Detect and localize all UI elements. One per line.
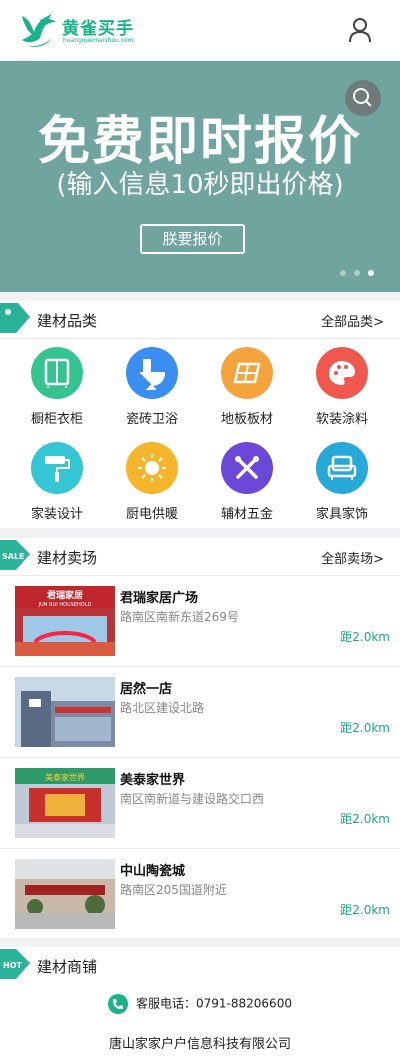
- category-label: 家具家饰: [315, 507, 368, 522]
- brand-name: 黄雀买手: [62, 19, 134, 39]
- category-design[interactable]: 家装设计: [12, 434, 102, 524]
- category-header: 建材品类 全部品类>: [0, 301, 400, 339]
- store-address: 南区南新道与建设路交口西: [120, 792, 265, 806]
- toilet-icon: [126, 347, 178, 399]
- carousel-dot[interactable]: [340, 270, 346, 276]
- svg-text:美泰家世界: 美泰家世界: [45, 772, 85, 782]
- store-item[interactable]: 美泰家世界 美泰家世界 南区南新道与建设路交口西 距2.0km: [0, 758, 400, 849]
- paint-roller-icon: [31, 442, 83, 494]
- sale-badge-icon: SALE: [0, 540, 30, 570]
- svg-text:SALE: SALE: [2, 552, 25, 561]
- category-bath[interactable]: 瓷砖卫浴: [107, 339, 197, 429]
- category-cabinet[interactable]: 橱柜衣柜: [12, 339, 102, 429]
- category-title: 建材品类: [37, 312, 98, 330]
- category-furniture[interactable]: 家具家饰: [297, 434, 387, 524]
- search-button[interactable]: [345, 80, 381, 116]
- shops-title: 建材商铺: [37, 958, 98, 976]
- palette-icon: [316, 347, 368, 399]
- category-soft[interactable]: 软装涂料: [297, 339, 387, 429]
- store-address: 路南区205国道附近: [120, 883, 227, 897]
- store-distance: 距2.0km: [340, 721, 390, 735]
- store-name: 中山陶瓷城: [120, 864, 186, 879]
- store-distance: 距2.0km: [340, 630, 390, 644]
- armchair-icon: [316, 442, 368, 494]
- store-name: 居然一店: [120, 682, 173, 697]
- category-hardware[interactable]: 辅材五金: [202, 434, 292, 524]
- market-header: SALE 建材卖场 全部卖场>: [0, 538, 400, 576]
- bird-logo-icon: [22, 14, 56, 47]
- category-label: 橱柜衣柜: [30, 412, 83, 427]
- category-label: 家装设计: [30, 507, 83, 522]
- svg-text:君瑞家居: 君瑞家居: [47, 589, 83, 601]
- store-photo: [15, 859, 115, 929]
- banner-subtitle: (输入信息10秒即出价格): [56, 170, 344, 200]
- promo-banner[interactable]: 免费即时报价 (输入信息10秒即出价格) 朕要报价: [0, 61, 400, 292]
- header: 黄雀买手 huangquemaishou.com: [0, 0, 400, 60]
- footer: 客服电话：0791-88206600 唐山家家户户信息科技有限公司: [0, 985, 400, 1063]
- market-title: 建材卖场: [37, 549, 98, 567]
- store-name: 美泰家世界: [120, 773, 186, 788]
- quote-button[interactable]: 朕要报价: [140, 224, 245, 254]
- store-distance: 距2.0km: [340, 812, 390, 826]
- all-categories-link[interactable]: 全部品类>: [321, 311, 384, 330]
- floor-icon: [221, 347, 273, 399]
- svg-text:JUN RUI HOUSEHOLD: JUN RUI HOUSEHOLD: [38, 602, 92, 608]
- category-floor[interactable]: 地板板材: [202, 339, 292, 429]
- service-phone[interactable]: 客服电话：0791-88206600: [0, 994, 400, 1014]
- store-photo: [15, 677, 115, 747]
- all-markets-link[interactable]: 全部卖场>: [321, 548, 384, 567]
- shops-header: HOT 建材商铺: [0, 947, 400, 985]
- shops-section: HOT 建材商铺: [0, 947, 400, 985]
- cabinet-icon: [31, 347, 83, 399]
- tools-icon: [221, 442, 273, 494]
- store-name: 君瑞家居广场: [120, 591, 199, 606]
- category-section: 建材品类 全部品类> 橱柜衣柜 瓷砖卫浴 地板板材 软装涂料 家装设计 厨电供暖…: [0, 301, 400, 528]
- category-label: 厨电供暖: [125, 507, 178, 522]
- svg-text:HOT: HOT: [3, 961, 22, 970]
- company-name: 唐山家家户户信息科技有限公司: [108, 1037, 291, 1052]
- store-photo: 君瑞家居 JUN RUI HOUSEHOLD: [15, 586, 115, 656]
- brand-domain: huangquemaishou.com: [63, 37, 134, 44]
- sun-icon: [126, 442, 178, 494]
- store-photo: 美泰家世界: [15, 768, 115, 838]
- category-label: 地板板材: [220, 412, 273, 427]
- store-address: 路南区南新东道269号: [120, 610, 239, 624]
- category-kitchen[interactable]: 厨电供暖: [107, 434, 197, 524]
- search-icon: [353, 88, 372, 107]
- store-item[interactable]: 居然一店 路北区建设北路 距2.0km: [0, 667, 400, 758]
- phone-text: 客服电话：0791-88206600: [136, 996, 292, 1011]
- category-grid: 橱柜衣柜 瓷砖卫浴 地板板材 软装涂料 家装设计 厨电供暖 辅材五金 家具家饰: [0, 339, 400, 528]
- store-address: 路北区建设北路: [120, 701, 205, 715]
- category-label: 瓷砖卫浴: [125, 412, 178, 427]
- hot-badge-icon: HOT: [0, 949, 30, 979]
- user-icon[interactable]: [346, 16, 374, 44]
- store-item[interactable]: 君瑞家居 JUN RUI HOUSEHOLD 君瑞家居广场 路南区南新东道269…: [0, 576, 400, 667]
- market-section: SALE 建材卖场 全部卖场> 君瑞家居 JUN RUI HOUSEHOLD 君…: [0, 538, 400, 940]
- logo[interactable]: 黄雀买手 huangquemaishou.com: [18, 10, 138, 50]
- category-label: 软装涂料: [315, 412, 368, 427]
- category-label: 辅材五金: [220, 507, 273, 522]
- carousel-dot[interactable]: [354, 270, 360, 276]
- store-distance: 距2.0km: [340, 903, 390, 917]
- store-item[interactable]: 中山陶瓷城 路南区205国道附近 距2.0km: [0, 849, 400, 940]
- tag-icon: [0, 303, 30, 333]
- phone-icon: [108, 994, 129, 1014]
- carousel-dots: [340, 270, 374, 278]
- banner-title: 免费即时报价: [37, 112, 362, 172]
- carousel-dot-active[interactable]: [368, 270, 374, 276]
